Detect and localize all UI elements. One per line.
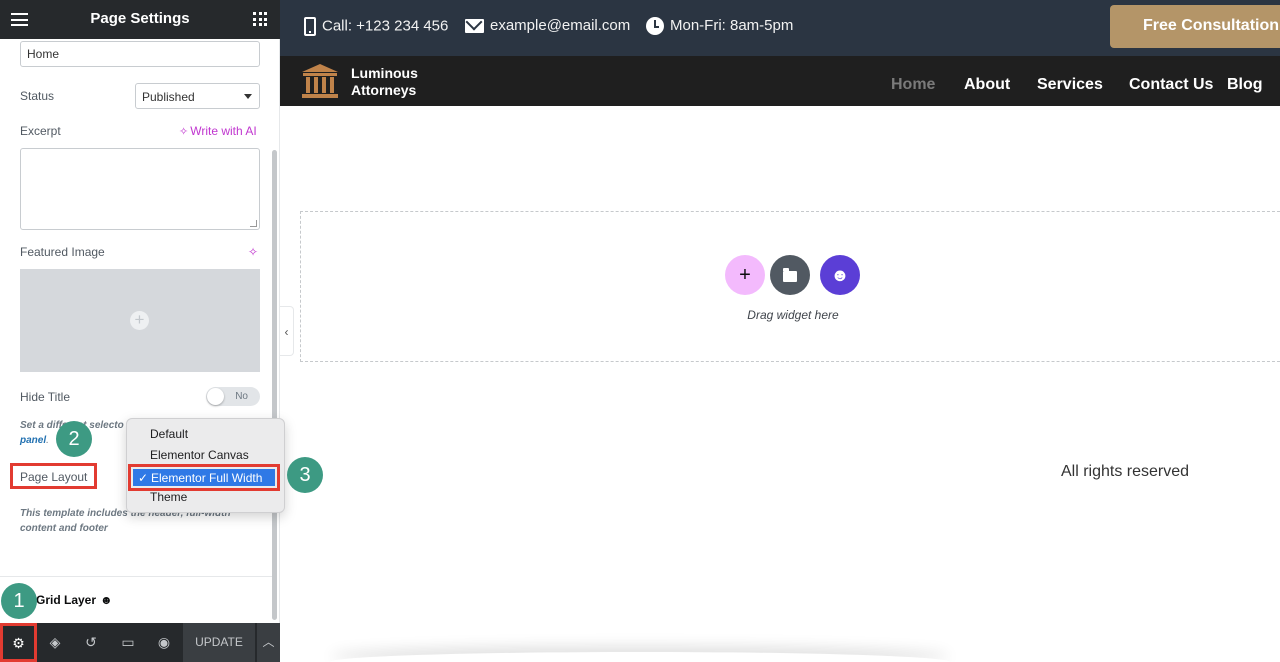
toggle-text: No	[235, 391, 248, 402]
apps-grid-icon[interactable]	[253, 12, 267, 26]
nav-about[interactable]: About	[964, 76, 1010, 94]
ai-face-icon: ☻	[100, 593, 113, 607]
brand-line-2: Attorneys	[351, 82, 417, 98]
envelope-icon	[465, 19, 484, 34]
app-root: Page Settings Home Status Published Exce…	[0, 0, 1280, 662]
hide-title-desc-end: .	[46, 435, 49, 446]
widget-dropzone[interactable]: + ☻ Drag widget here	[300, 211, 1280, 362]
checkmark-icon: ✓	[138, 471, 149, 485]
responsive-mode-icon[interactable]: ▭	[110, 623, 146, 662]
sparkle-icon: ✧	[179, 126, 189, 138]
courthouse-logo-icon[interactable]	[298, 62, 342, 100]
ai-assistant-icon[interactable]: ☻	[820, 255, 860, 295]
featured-image-picker[interactable]: +	[20, 269, 260, 372]
panel-link[interactable]: panel	[20, 435, 46, 446]
history-icon[interactable]: ↺	[73, 623, 109, 662]
toggle-knob	[207, 388, 224, 405]
site-topbar: Call: +123 234 456 example@email.com Mon…	[280, 0, 1280, 56]
option-theme[interactable]: Theme	[150, 490, 187, 504]
step-badge-3: 3	[287, 457, 323, 493]
drag-widget-hint: Drag widget here	[747, 308, 839, 322]
site-navbar: Luminous Attorneys Home About Services Co…	[280, 56, 1280, 106]
caret-down-icon	[244, 94, 252, 99]
ai-sparkle-icon[interactable]: ✧	[248, 245, 258, 259]
status-value: Published	[142, 90, 195, 104]
option-default[interactable]: Default	[150, 427, 188, 441]
email-info: example@email.com	[465, 17, 630, 34]
excerpt-label: Excerpt	[20, 124, 61, 138]
collapse-panel-handle[interactable]: ‹	[280, 306, 294, 356]
add-image-icon[interactable]: +	[130, 311, 149, 330]
divider	[0, 576, 272, 577]
template-folder-icon[interactable]	[770, 255, 810, 295]
nav-services[interactable]: Services	[1037, 76, 1103, 94]
add-section-plus-icon[interactable]: +	[725, 255, 765, 295]
panel-title: Page Settings	[90, 10, 190, 27]
phone-text: Call: +123 234 456	[322, 17, 449, 35]
bottom-toolbar: ⚙ ◈ ↺ ▭ ◉ UPDATE ︿	[0, 623, 280, 662]
nav-contact-us[interactable]: Contact Us	[1129, 76, 1213, 94]
status-label: Status	[20, 89, 55, 103]
nav-blog[interactable]: Blog	[1227, 76, 1263, 94]
free-consultation-button[interactable]: Free Consultation	[1110, 5, 1280, 48]
editor-panel: Page Settings Home Status Published Exce…	[0, 0, 280, 662]
resize-grip-icon[interactable]	[250, 220, 257, 227]
status-select[interactable]: Published	[135, 83, 260, 109]
page-title-input[interactable]: Home	[20, 41, 260, 67]
option-elementor-full-width[interactable]: ✓ Elementor Full Width	[128, 464, 280, 491]
update-button[interactable]: UPDATE	[183, 623, 255, 662]
footer-rights-text: All rights reserved	[1061, 463, 1190, 480]
write-with-ai-link[interactable]: ✧ Write with AI	[179, 124, 257, 138]
nav-home[interactable]: Home	[891, 76, 935, 94]
layers-icon[interactable]: ◈	[37, 623, 73, 662]
panel-header: Page Settings	[0, 0, 280, 39]
excerpt-textarea[interactable]	[20, 148, 260, 230]
page-layout-label: Page Layout	[10, 463, 97, 489]
footer-shadow	[330, 652, 950, 662]
grid-layer-item[interactable]: Grid Layer ☻	[36, 593, 113, 607]
panel-scrollbar[interactable]	[272, 150, 277, 620]
clock-icon	[646, 17, 664, 36]
phone-info: Call: +123 234 456	[304, 17, 448, 36]
step-badge-1: 1	[1, 583, 37, 619]
page-layout-dropdown: Default Elementor Canvas ✓ Elementor Full…	[126, 418, 285, 513]
settings-gear-icon[interactable]: ⚙	[0, 623, 37, 662]
phone-icon	[304, 17, 316, 36]
hide-title-label: Hide Title	[20, 390, 71, 404]
option-elementor-canvas[interactable]: Elementor Canvas	[150, 448, 249, 462]
hide-title-toggle[interactable]: No	[206, 387, 260, 406]
brand-name[interactable]: Luminous Attorneys	[351, 65, 418, 99]
preview-eye-icon[interactable]: ◉	[146, 623, 182, 662]
email-text: example@email.com	[490, 17, 631, 34]
featured-image-label: Featured Image	[20, 245, 105, 259]
hours-info: Mon-Fri: 8am-5pm	[646, 17, 794, 36]
write-with-ai-label: Write with AI	[190, 124, 257, 138]
option-elementor-full-width-label: Elementor Full Width	[151, 471, 263, 485]
brand-line-1: Luminous	[351, 65, 418, 81]
step-badge-2: 2	[56, 421, 92, 457]
hours-text: Mon-Fri: 8am-5pm	[670, 17, 794, 34]
chevron-up-icon[interactable]: ︿	[256, 623, 280, 662]
grid-layer-label: Grid Layer	[36, 593, 97, 607]
